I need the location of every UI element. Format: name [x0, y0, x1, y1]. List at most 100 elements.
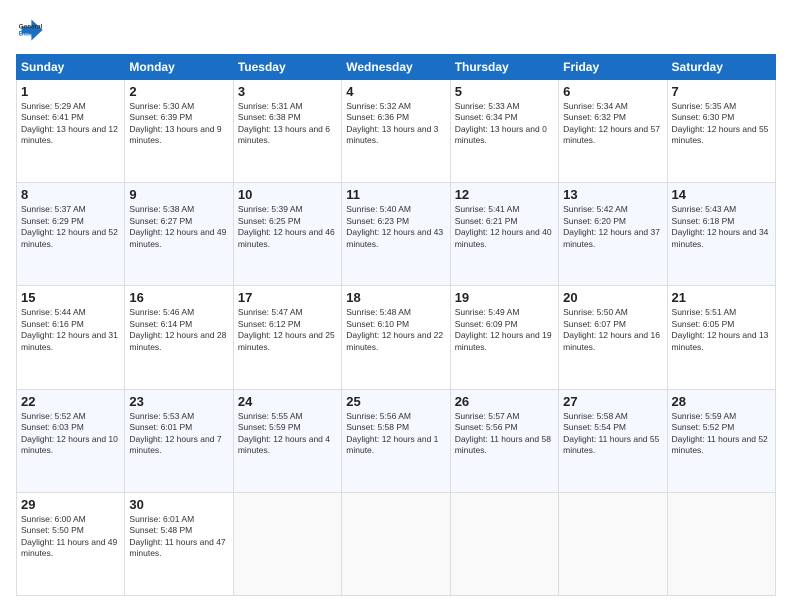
calendar-cell: 30 Sunrise: 6:01 AMSunset: 5:48 PMDayligh… — [125, 492, 233, 595]
calendar-cell: 5Sunrise: 5:33 AMSunset: 6:34 PMDaylight… — [450, 80, 558, 183]
calendar-cell: 11 Sunrise: 5:40 AMSunset: 6:23 PMDayligh… — [342, 183, 450, 286]
day-number: 18 — [346, 290, 445, 305]
calendar-cell: 8Sunrise: 5:37 AMSunset: 6:29 PMDaylight… — [17, 183, 125, 286]
day-number: 14 — [672, 187, 771, 202]
day-number: 16 — [129, 290, 228, 305]
day-number: 30 — [129, 497, 228, 512]
calendar-cell: 28 Sunrise: 5:59 AMSunset: 5:52 PMDayligh… — [667, 389, 775, 492]
calendar-cell: 10 Sunrise: 5:39 AMSunset: 6:25 PMDayligh… — [233, 183, 341, 286]
cell-info: Sunrise: 5:35 AMSunset: 6:30 PMDaylight:… — [672, 101, 771, 147]
calendar-cell: 23 Sunrise: 5:53 AMSunset: 6:01 PMDayligh… — [125, 389, 233, 492]
cell-info: Sunrise: 5:34 AMSunset: 6:32 PMDaylight:… — [563, 101, 662, 147]
calendar-cell: 20 Sunrise: 5:50 AMSunset: 6:07 PMDayligh… — [559, 286, 667, 389]
cell-info: Sunrise: 5:51 AMSunset: 6:05 PMDaylight:… — [672, 307, 771, 353]
calendar-cell: 25 Sunrise: 5:56 AMSunset: 5:58 PMDayligh… — [342, 389, 450, 492]
cell-info: Sunrise: 5:38 AMSunset: 6:27 PMDaylight:… — [129, 204, 228, 250]
cell-info: Sunrise: 6:00 AMSunset: 5:50 PMDaylight:… — [21, 514, 120, 560]
calendar-cell: 3 Sunrise: 5:31 AMSunset: 6:38 PMDaylight… — [233, 80, 341, 183]
day-number: 26 — [455, 394, 554, 409]
calendar-cell — [667, 492, 775, 595]
calendar-cell: 26 Sunrise: 5:57 AMSunset: 5:56 PMDayligh… — [450, 389, 558, 492]
col-sunday: Sunday — [17, 55, 125, 80]
calendar-week-row: 8Sunrise: 5:37 AMSunset: 6:29 PMDaylight… — [17, 183, 776, 286]
day-number: 13 — [563, 187, 662, 202]
day-number: 21 — [672, 290, 771, 305]
col-friday: Friday — [559, 55, 667, 80]
svg-text:Blue: Blue — [19, 31, 33, 38]
cell-info: Sunrise: 5:46 AMSunset: 6:14 PMDaylight:… — [129, 307, 228, 353]
cell-info: Sunrise: 5:39 AMSunset: 6:25 PMDaylight:… — [238, 204, 337, 250]
svg-text:General: General — [19, 24, 43, 31]
cell-info: Sunrise: 5:52 AMSunset: 6:03 PMDaylight:… — [21, 411, 120, 457]
cell-info: Sunrise: 5:57 AMSunset: 5:56 PMDaylight:… — [455, 411, 554, 457]
calendar-cell: 15Sunrise: 5:44 AMSunset: 6:16 PMDayligh… — [17, 286, 125, 389]
col-monday: Monday — [125, 55, 233, 80]
day-number: 24 — [238, 394, 337, 409]
cell-info: Sunrise: 5:55 AMSunset: 5:59 PMDaylight:… — [238, 411, 337, 457]
calendar-week-row: 15Sunrise: 5:44 AMSunset: 6:16 PMDayligh… — [17, 286, 776, 389]
cell-info: Sunrise: 5:48 AMSunset: 6:10 PMDaylight:… — [346, 307, 445, 353]
cell-info: Sunrise: 5:58 AMSunset: 5:54 PMDaylight:… — [563, 411, 662, 457]
calendar-cell: 16 Sunrise: 5:46 AMSunset: 6:14 PMDayligh… — [125, 286, 233, 389]
day-number: 20 — [563, 290, 662, 305]
page-header: General Blue — [16, 16, 776, 44]
cell-info: Sunrise: 5:47 AMSunset: 6:12 PMDaylight:… — [238, 307, 337, 353]
day-number: 2 — [129, 84, 228, 99]
calendar-cell: 9Sunrise: 5:38 AMSunset: 6:27 PMDaylight… — [125, 183, 233, 286]
calendar-cell: 21 Sunrise: 5:51 AMSunset: 6:05 PMDayligh… — [667, 286, 775, 389]
calendar-cell: 13 Sunrise: 5:42 AMSunset: 6:20 PMDayligh… — [559, 183, 667, 286]
calendar-week-row: 29 Sunrise: 6:00 AMSunset: 5:50 PMDayligh… — [17, 492, 776, 595]
col-wednesday: Wednesday — [342, 55, 450, 80]
calendar-week-row: 22 Sunrise: 5:52 AMSunset: 6:03 PMDayligh… — [17, 389, 776, 492]
col-thursday: Thursday — [450, 55, 558, 80]
day-number: 25 — [346, 394, 445, 409]
col-tuesday: Tuesday — [233, 55, 341, 80]
cell-info: Sunrise: 5:41 AMSunset: 6:21 PMDaylight:… — [455, 204, 554, 250]
day-number: 17 — [238, 290, 337, 305]
day-number: 11 — [346, 187, 445, 202]
day-number: 5 — [455, 84, 554, 99]
cell-info: Sunrise: 5:42 AMSunset: 6:20 PMDaylight:… — [563, 204, 662, 250]
cell-info: Sunrise: 5:49 AMSunset: 6:09 PMDaylight:… — [455, 307, 554, 353]
calendar-cell: 14 Sunrise: 5:43 AMSunset: 6:18 PMDayligh… — [667, 183, 775, 286]
cell-info: Sunrise: 5:53 AMSunset: 6:01 PMDaylight:… — [129, 411, 228, 457]
cell-info: Sunrise: 5:32 AMSunset: 6:36 PMDaylight:… — [346, 101, 445, 147]
cell-info: Sunrise: 5:59 AMSunset: 5:52 PMDaylight:… — [672, 411, 771, 457]
day-number: 23 — [129, 394, 228, 409]
calendar-cell: 18 Sunrise: 5:48 AMSunset: 6:10 PMDayligh… — [342, 286, 450, 389]
day-number: 28 — [672, 394, 771, 409]
calendar-cell: 27 Sunrise: 5:58 AMSunset: 5:54 PMDayligh… — [559, 389, 667, 492]
cell-info: Sunrise: 5:40 AMSunset: 6:23 PMDaylight:… — [346, 204, 445, 250]
calendar-cell: 12 Sunrise: 5:41 AMSunset: 6:21 PMDayligh… — [450, 183, 558, 286]
day-number: 10 — [238, 187, 337, 202]
calendar-cell: 29 Sunrise: 6:00 AMSunset: 5:50 PMDayligh… — [17, 492, 125, 595]
day-number: 7 — [672, 84, 771, 99]
calendar-header-row: Sunday Monday Tuesday Wednesday Thursday… — [17, 55, 776, 80]
day-number: 15 — [21, 290, 120, 305]
logo: General Blue — [16, 16, 48, 44]
cell-info: Sunrise: 5:31 AMSunset: 6:38 PMDaylight:… — [238, 101, 337, 147]
cell-info: Sunrise: 5:29 AMSunset: 6:41 PMDaylight:… — [21, 101, 120, 147]
calendar-cell: 7 Sunrise: 5:35 AMSunset: 6:30 PMDaylight… — [667, 80, 775, 183]
calendar-cell: 17 Sunrise: 5:47 AMSunset: 6:12 PMDayligh… — [233, 286, 341, 389]
cell-info: Sunrise: 5:37 AMSunset: 6:29 PMDaylight:… — [21, 204, 120, 250]
day-number: 22 — [21, 394, 120, 409]
cell-info: Sunrise: 5:50 AMSunset: 6:07 PMDaylight:… — [563, 307, 662, 353]
cell-info: Sunrise: 5:43 AMSunset: 6:18 PMDaylight:… — [672, 204, 771, 250]
calendar-cell: 2Sunrise: 5:30 AMSunset: 6:39 PMDaylight… — [125, 80, 233, 183]
day-number: 27 — [563, 394, 662, 409]
calendar-cell — [450, 492, 558, 595]
cell-info: Sunrise: 5:56 AMSunset: 5:58 PMDaylight:… — [346, 411, 445, 457]
calendar-cell: 19Sunrise: 5:49 AMSunset: 6:09 PMDayligh… — [450, 286, 558, 389]
day-number: 3 — [238, 84, 337, 99]
day-number: 12 — [455, 187, 554, 202]
calendar-week-row: 1Sunrise: 5:29 AMSunset: 6:41 PMDaylight… — [17, 80, 776, 183]
calendar-cell: 22 Sunrise: 5:52 AMSunset: 6:03 PMDayligh… — [17, 389, 125, 492]
col-saturday: Saturday — [667, 55, 775, 80]
calendar-cell: 4Sunrise: 5:32 AMSunset: 6:36 PMDaylight… — [342, 80, 450, 183]
cell-info: Sunrise: 6:01 AMSunset: 5:48 PMDaylight:… — [129, 514, 228, 560]
logo-icon: General Blue — [16, 16, 44, 44]
day-number: 29 — [21, 497, 120, 512]
calendar-cell — [559, 492, 667, 595]
calendar-table: Sunday Monday Tuesday Wednesday Thursday… — [16, 54, 776, 596]
